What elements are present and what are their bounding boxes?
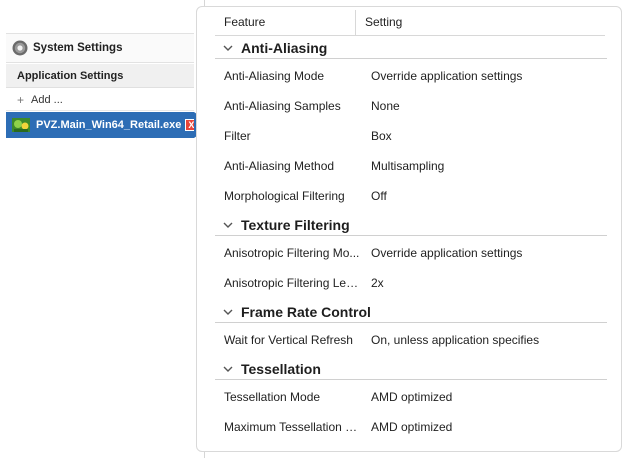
setting-value[interactable]: AMD optimized <box>361 420 452 434</box>
selected-application-item[interactable]: PVZ.Main_Win64_Retail.exe X <box>6 112 213 138</box>
column-header-setting[interactable]: Setting <box>356 10 402 35</box>
feature-label: Anti-Aliasing Method <box>224 159 335 173</box>
table-row: Anti-Aliasing Samples None <box>215 95 607 117</box>
plus-icon: + <box>17 92 25 107</box>
nav-system-settings-label: System Settings <box>33 42 123 54</box>
setting-value[interactable]: Override application settings <box>361 69 522 83</box>
table-row: Morphological Filtering Off <box>215 185 607 207</box>
nav-system-settings[interactable]: System Settings <box>6 33 194 63</box>
setting-value[interactable]: None <box>361 99 400 113</box>
table-row: Maximum Tessellation L... AMD optimized <box>215 416 607 438</box>
feature-label: Anisotropic Filtering Mo... <box>224 246 360 260</box>
feature-label: Filter <box>224 129 251 143</box>
section-header-anti-aliasing[interactable]: Anti-Aliasing <box>215 37 607 59</box>
chevron-down-icon <box>223 309 233 315</box>
setting-value[interactable]: Off <box>361 189 387 203</box>
column-header-feature[interactable]: Feature <box>215 10 356 35</box>
feature-label: Maximum Tessellation L... <box>224 420 361 434</box>
section-title: Frame Rate Control <box>241 303 371 320</box>
feature-label: Anti-Aliasing Samples <box>224 99 341 113</box>
app-thumbnail-icon <box>12 118 30 132</box>
table-row: Tessellation Mode AMD optimized <box>215 386 607 408</box>
add-application-button[interactable]: + Add ... <box>6 89 194 111</box>
chevron-down-icon <box>223 222 233 228</box>
setting-value[interactable]: Box <box>361 129 392 143</box>
setting-value[interactable]: AMD optimized <box>361 390 452 404</box>
setting-value[interactable]: On, unless application specifies <box>361 333 539 347</box>
section-header-tessellation[interactable]: Tessellation <box>215 358 607 380</box>
table-row: Wait for Vertical Refresh On, unless app… <box>215 329 607 351</box>
section-title: Tessellation <box>241 360 321 377</box>
left-nav-pane: System Settings Application Settings + A… <box>0 0 213 458</box>
table-row: Anisotropic Filtering Level 2x <box>215 272 607 294</box>
feature-label: Anti-Aliasing Mode <box>224 69 325 83</box>
feature-label: Morphological Filtering <box>224 189 345 203</box>
section-header-texture-filtering[interactable]: Texture Filtering <box>215 214 607 236</box>
section-title: Anti-Aliasing <box>241 39 328 56</box>
table-header: Feature Setting <box>215 10 605 36</box>
feature-label: Wait for Vertical Refresh <box>224 333 353 347</box>
table-row: Anti-Aliasing Mode Override application … <box>215 65 607 87</box>
table-row: Filter Box <box>215 125 607 147</box>
gear-icon <box>12 40 28 56</box>
nav-application-settings[interactable]: Application Settings <box>6 64 194 88</box>
table-row: Anti-Aliasing Method Multisampling <box>215 155 607 177</box>
setting-value[interactable]: Override application settings <box>361 246 522 260</box>
section-header-frame-rate-control[interactable]: Frame Rate Control <box>215 301 607 323</box>
table-row: Anisotropic Filtering Mo... Override app… <box>215 242 607 264</box>
setting-value[interactable]: Multisampling <box>361 159 444 173</box>
section-title: Texture Filtering <box>241 216 350 233</box>
settings-panel: Feature Setting Anti-Aliasing Anti-Alias… <box>196 6 622 452</box>
add-application-label: Add ... <box>31 93 63 106</box>
feature-label: Tessellation Mode <box>224 390 321 404</box>
chevron-down-icon <box>223 366 233 372</box>
setting-value[interactable]: 2x <box>361 276 384 290</box>
selected-application-label: PVZ.Main_Win64_Retail.exe <box>36 119 182 131</box>
chevron-down-icon <box>223 45 233 51</box>
feature-label: Anisotropic Filtering Level <box>224 276 361 290</box>
